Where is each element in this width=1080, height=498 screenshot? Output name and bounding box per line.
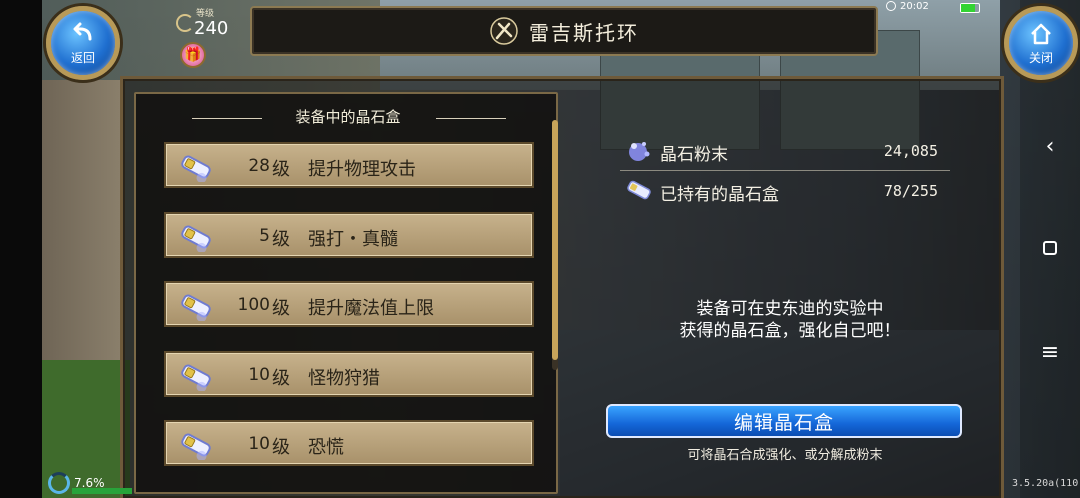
crystal-level: 100 <box>237 295 270 315</box>
edit-hint: 可将晶石合成强化、或分解成粉末 <box>687 448 883 463</box>
gift-icon[interactable]: 🎁 <box>180 42 206 68</box>
crystal-item[interactable]: 100 级提升魔法值上限 <box>164 281 534 327</box>
loading-spinner-icon <box>48 472 70 494</box>
crystal-box-icon <box>176 291 216 322</box>
crystal-box-icon <box>176 152 216 183</box>
page-title: 雷吉斯托环 <box>529 20 639 45</box>
title-divider-right <box>436 118 506 119</box>
powder-row: 晶石粉末 24,085 <box>618 134 950 168</box>
nav-back-icon[interactable]: ‹ <box>1020 126 1080 166</box>
crystal-name: 提升魔法值上限 <box>308 298 434 319</box>
crystal-box-icon <box>176 222 216 253</box>
crystal-level-suffix: 级 <box>272 229 290 250</box>
owned-label: 已持有的晶石盒 <box>660 185 779 205</box>
crystal-level: 28 <box>248 156 270 176</box>
crystal-level-suffix: 级 <box>272 437 290 458</box>
powder-value: 24,085 <box>883 142 938 160</box>
crystal-level: 10 <box>248 365 270 385</box>
powder-label: 晶石粉末 <box>660 145 728 165</box>
info-line-1: 装备可在史东迪的实验中 <box>696 299 884 319</box>
return-arrow-icon <box>73 22 92 40</box>
title-bar: 雷吉斯托环 <box>250 6 878 56</box>
crystal-name: 恐慌 <box>308 437 344 458</box>
crystal-powder-icon <box>622 136 656 164</box>
crystal-item[interactable]: 10 级怪物狩猎 <box>164 351 534 397</box>
owned-row: 已持有的晶石盒 78/255 <box>618 174 950 208</box>
list-scrollbar[interactable] <box>552 120 558 370</box>
progress-bar <box>72 488 132 494</box>
crystal-level-suffix: 级 <box>272 298 290 319</box>
crystal-item[interactable]: 10 级恐慌 <box>164 420 534 466</box>
edit-crystal-box-button[interactable]: 编辑晶石盒 <box>606 404 962 438</box>
crystal-level-suffix: 级 <box>272 368 290 389</box>
crystal-name: 怪物狩猎 <box>308 368 380 389</box>
level-ring-icon <box>176 14 194 32</box>
nav-home-icon[interactable] <box>1020 228 1080 268</box>
level-value: 240 <box>194 18 229 39</box>
close-button-label: 关闭 <box>1028 50 1053 65</box>
panel-title: 装备中的晶石盒 <box>295 108 401 126</box>
crystal-box-icon <box>622 176 656 204</box>
crystal-level-suffix: 级 <box>272 159 290 180</box>
crystal-level: 5 <box>259 226 270 246</box>
crystal-box-icon <box>176 430 216 461</box>
scrollbar-thumb[interactable] <box>552 120 558 360</box>
info-message: 装备可在史东迪的实验中 获得的晶石盒，强化自己吧！ <box>600 298 980 342</box>
version-label: 3.5.20a(110) <box>1012 478 1080 489</box>
house-icon <box>1031 23 1051 44</box>
crystal-item[interactable]: 5 级强打・真髓 <box>164 212 534 258</box>
crystal-level: 10 <box>248 434 270 454</box>
crystal-name: 强打・真髓 <box>308 229 398 250</box>
info-line-2: 获得的晶石盒，强化自己吧！ <box>679 321 901 341</box>
stat-divider <box>620 170 950 171</box>
back-button-label: 返回 <box>70 50 95 65</box>
nav-recents-icon[interactable]: ≡ <box>1020 332 1080 372</box>
battery-icon <box>960 3 980 13</box>
crossed-swords-icon <box>489 16 519 46</box>
clock-icon <box>886 1 896 11</box>
owned-value: 78/255 <box>883 182 938 200</box>
level-display: 等级 240 <box>172 4 242 48</box>
close-button[interactable]: 关闭 <box>1004 6 1078 80</box>
clock: 20:02 <box>886 0 950 12</box>
crystal-box-icon <box>176 361 216 392</box>
clock-time: 20:02 <box>900 0 929 12</box>
back-button[interactable]: 返回 <box>46 6 120 80</box>
left-screen-edge <box>0 0 42 498</box>
crystal-item[interactable]: 28 级提升物理攻击 <box>164 142 534 188</box>
crystal-name: 提升物理攻击 <box>308 159 416 180</box>
